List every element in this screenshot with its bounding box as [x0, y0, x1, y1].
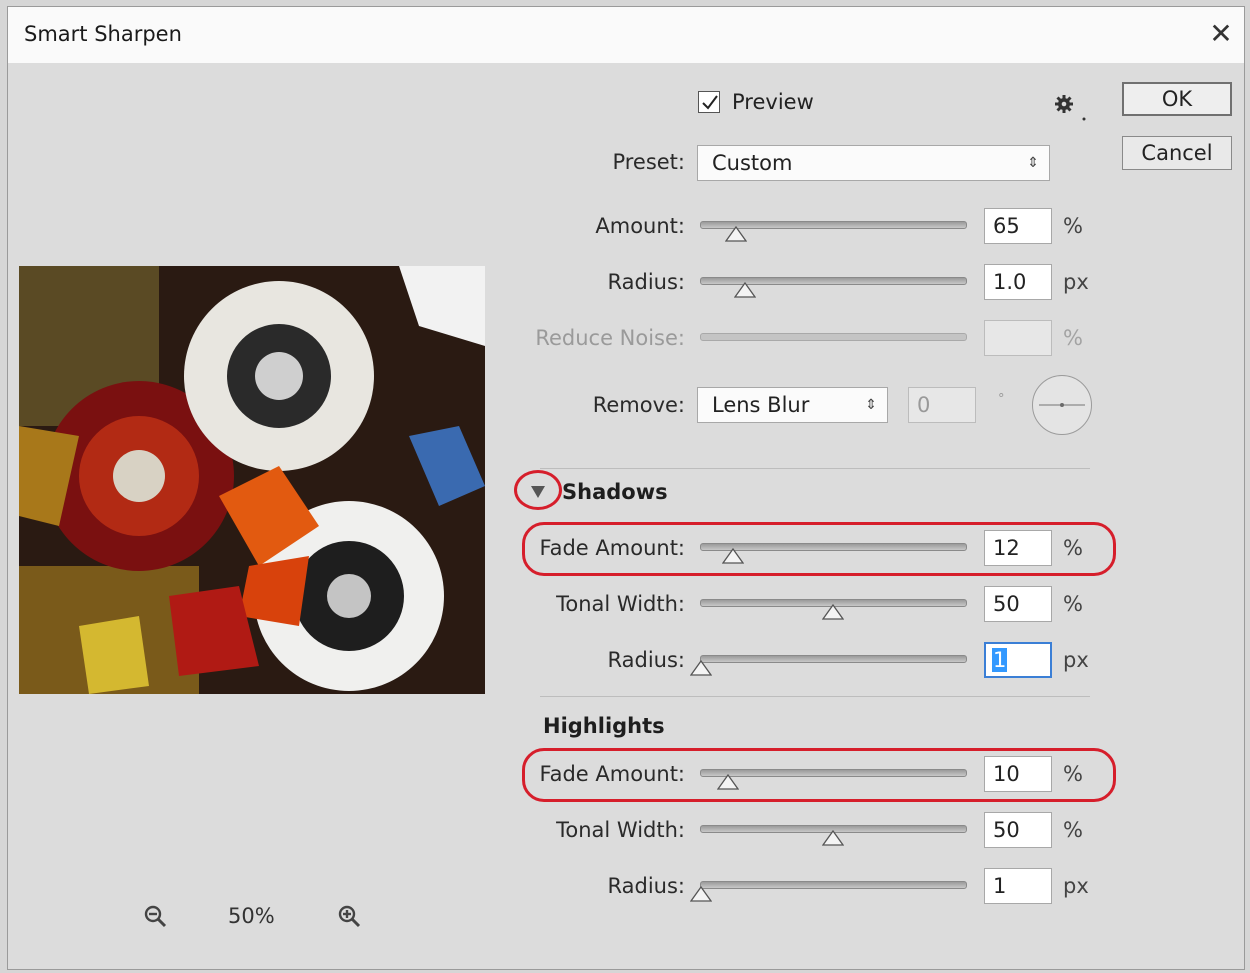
- amount-field[interactable]: 65: [984, 208, 1052, 244]
- shadows-tonal-width-label: Tonal Width:: [556, 592, 685, 616]
- highlights-fade-amount-slider[interactable]: [700, 769, 967, 790]
- preview-image[interactable]: [19, 266, 485, 694]
- highlights-radius-unit: px: [1063, 874, 1089, 898]
- reduce-noise-slider: [700, 333, 967, 341]
- highlights-tonal-width-label: Tonal Width:: [556, 818, 685, 842]
- preset-select[interactable]: Custom ⇕: [697, 145, 1050, 181]
- cancel-button[interactable]: Cancel: [1122, 136, 1232, 170]
- highlights-heading: Highlights: [543, 714, 665, 738]
- preset-value: Custom: [712, 151, 793, 175]
- highlights-fade-amount-unit: %: [1063, 762, 1083, 786]
- remove-label: Remove:: [592, 393, 685, 417]
- highlights-fade-amount-label: Fade Amount:: [539, 762, 685, 786]
- shadows-radius-label: Radius:: [607, 648, 686, 672]
- preset-label: Preset:: [612, 150, 685, 174]
- selected-text: 1: [992, 648, 1008, 672]
- close-icon[interactable]: ✕: [1204, 17, 1238, 51]
- amount-label: Amount:: [595, 214, 685, 238]
- zoom-in-icon[interactable]: [337, 904, 363, 934]
- title-bar: Smart Sharpen ✕: [8, 7, 1244, 63]
- shadows-tonal-width-unit: %: [1063, 592, 1083, 616]
- highlights-tonal-width-unit: %: [1063, 818, 1083, 842]
- reduce-noise-field: [984, 320, 1052, 356]
- select-arrows-icon: ⇕: [1027, 155, 1039, 171]
- angle-field: 0: [908, 387, 976, 423]
- shadows-fade-amount-unit: %: [1063, 536, 1083, 560]
- highlights-radius-label: Radius:: [607, 874, 686, 898]
- highlights-fade-amount-field[interactable]: 10: [984, 756, 1052, 792]
- divider: [540, 696, 1090, 697]
- highlights-radius-field[interactable]: 1: [984, 868, 1052, 904]
- shadows-fade-amount-label: Fade Amount:: [539, 536, 685, 560]
- angle-dial[interactable]: [1032, 375, 1092, 435]
- radius-slider[interactable]: [700, 277, 967, 298]
- preview-label[interactable]: Preview: [732, 90, 814, 114]
- reduce-noise-unit: %: [1063, 326, 1083, 350]
- radius-unit: px: [1063, 270, 1089, 294]
- shadows-radius-field[interactable]: 1: [984, 642, 1052, 678]
- preview-checkbox[interactable]: [698, 91, 720, 113]
- divider: [540, 468, 1090, 469]
- amount-slider[interactable]: [700, 221, 967, 242]
- highlights-tonal-width-slider[interactable]: [700, 825, 967, 846]
- remove-value: Lens Blur: [712, 393, 810, 417]
- shadows-radius-unit: px: [1063, 648, 1089, 672]
- shadows-radius-slider[interactable]: [689, 655, 967, 676]
- zoom-out-icon[interactable]: [143, 904, 169, 934]
- shadows-fade-amount-field[interactable]: 12: [984, 530, 1052, 566]
- select-arrows-icon: ⇕: [865, 397, 877, 413]
- highlights-tonal-width-field[interactable]: 50: [984, 812, 1052, 848]
- zoom-level: 50%: [228, 904, 275, 928]
- shadows-tonal-width-slider[interactable]: [700, 599, 967, 620]
- shadows-tonal-width-field[interactable]: 50: [984, 586, 1052, 622]
- gear-icon[interactable]: [1054, 94, 1088, 128]
- shadows-fade-amount-slider[interactable]: [700, 543, 967, 564]
- dialog-title: Smart Sharpen: [24, 22, 182, 46]
- shadows-heading: Shadows: [562, 480, 668, 504]
- ok-button[interactable]: OK: [1122, 82, 1232, 116]
- remove-select[interactable]: Lens Blur ⇕: [697, 387, 888, 423]
- radius-field[interactable]: 1.0: [984, 264, 1052, 300]
- disclosure-triangle-icon[interactable]: [530, 484, 546, 503]
- highlights-radius-slider[interactable]: [689, 881, 967, 902]
- degree-symbol: °: [998, 392, 1005, 407]
- reduce-noise-label: Reduce Noise:: [535, 326, 685, 350]
- amount-unit: %: [1063, 214, 1083, 238]
- radius-label: Radius:: [607, 270, 686, 294]
